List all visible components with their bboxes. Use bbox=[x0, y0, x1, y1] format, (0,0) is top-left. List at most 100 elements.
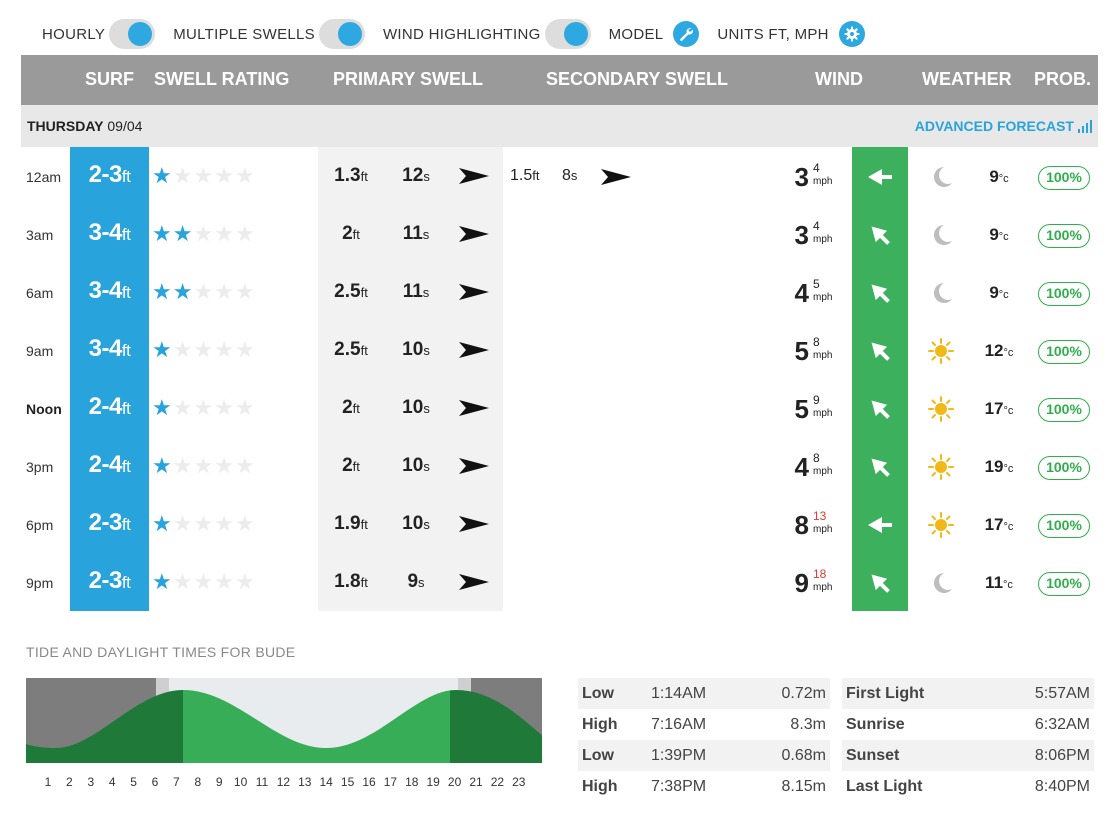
rating-star-icon: ★ bbox=[172, 569, 194, 594]
row-time: 6pm bbox=[26, 517, 54, 533]
wind-direction-icon bbox=[865, 164, 895, 195]
tide-hour-label: 2 bbox=[66, 775, 73, 789]
primary-swell-direction-icon bbox=[459, 340, 489, 365]
wrench-icon[interactable] bbox=[673, 21, 700, 47]
hourly-toggle[interactable]: HOURLY bbox=[42, 19, 156, 49]
rating-star-icon: ★ bbox=[234, 279, 256, 304]
primary-swell-height: 1.3ft bbox=[334, 165, 368, 186]
rating-star-icon: ★ bbox=[152, 395, 173, 420]
tide-hour-label: 20 bbox=[447, 775, 462, 789]
multiple-swells-switch[interactable] bbox=[318, 19, 365, 49]
tide-hour-label: 16 bbox=[362, 775, 376, 789]
probability-badge: 100% bbox=[1038, 456, 1090, 480]
rating-star-icon: ★ bbox=[193, 395, 215, 420]
wind-speed: 4 bbox=[794, 278, 809, 308]
probability-badge: 100% bbox=[1038, 514, 1090, 538]
rating-star-icon: ★ bbox=[193, 453, 215, 478]
gear-icon[interactable] bbox=[838, 21, 865, 47]
probability-badge: 100% bbox=[1038, 282, 1090, 306]
header-weather: WEATHER bbox=[922, 69, 1012, 89]
tide-time: 1:14AM bbox=[650, 684, 707, 702]
wind-direction-icon bbox=[865, 396, 895, 427]
temperature: 17°c bbox=[984, 515, 1014, 534]
forecast-row: 6pm 2-3ft ★★★★★ 1.9ft 10s 8 13 mph 17°c 100% bbox=[21, 495, 1098, 553]
tide-row: Low 1:14AM 0.72m bbox=[578, 678, 830, 709]
toggle-bar: HOURLY MULTIPLE SWELLS WIND HIGHLIGHTING… bbox=[42, 18, 883, 50]
tide-hour-label: 1 bbox=[44, 775, 52, 789]
advanced-forecast-label: ADVANCED FORECAST bbox=[914, 118, 1074, 134]
tide-row: High 7:16AM 8.3m bbox=[578, 709, 830, 740]
wind-direction-icon bbox=[865, 222, 895, 253]
sun-icon bbox=[926, 395, 956, 428]
tide-hour-label: 13 bbox=[298, 775, 312, 789]
multiple-swells-toggle[interactable]: MULTIPLE SWELLS bbox=[173, 19, 365, 49]
swell-rating-stars: ★★★★★ bbox=[152, 395, 256, 421]
wind-gust: 13 mph bbox=[813, 509, 833, 535]
wind-direction-icon bbox=[865, 280, 895, 311]
tide-row: High 7:38PM 8.15m bbox=[578, 771, 830, 802]
probability-badge: 100% bbox=[1038, 166, 1090, 190]
hourly-label: HOURLY bbox=[42, 25, 106, 43]
primary-swell-direction-icon bbox=[459, 282, 489, 307]
tide-hour-label: 19 bbox=[426, 775, 440, 789]
primary-swell-period: 12s bbox=[402, 165, 430, 186]
row-time: 3am bbox=[26, 227, 54, 243]
rating-star-icon: ★ bbox=[214, 221, 235, 246]
tide-hour-label: 18 bbox=[405, 775, 419, 789]
forecast-row: 9am 3-4ft ★★★★★ 2.5ft 10s 5 8 mph 12°c 100% bbox=[21, 321, 1098, 379]
row-time: 12am bbox=[26, 169, 62, 185]
units-button[interactable]: UNITS FT, MPH bbox=[717, 21, 865, 47]
moon-icon bbox=[926, 569, 956, 602]
row-time: 3pm bbox=[26, 459, 54, 475]
primary-swell-height: 1.8ft bbox=[334, 571, 368, 592]
rating-star-icon: ★ bbox=[172, 337, 194, 362]
wind-direction-icon bbox=[865, 454, 895, 485]
hourly-switch[interactable] bbox=[109, 19, 156, 49]
tide-chart bbox=[26, 678, 542, 763]
moon-icon bbox=[926, 163, 956, 196]
advanced-forecast-link[interactable]: ADVANCED FORECAST bbox=[915, 118, 1092, 134]
rating-star-icon: ★ bbox=[193, 569, 215, 594]
surf-height: 2-3ft bbox=[88, 567, 131, 594]
model-button[interactable]: MODEL bbox=[609, 21, 700, 47]
tide-hour-label: 4 bbox=[108, 775, 116, 789]
wind-gust: 4 mph bbox=[813, 161, 833, 187]
wind-gust: 8 mph bbox=[813, 451, 833, 477]
moon-icon bbox=[926, 221, 956, 254]
row-time: 6am bbox=[26, 285, 54, 301]
tide-time: 7:38PM bbox=[650, 777, 707, 795]
primary-swell-period: 10s bbox=[402, 339, 430, 360]
surf-height: 2-3ft bbox=[88, 161, 131, 188]
header-wind: WIND bbox=[815, 69, 863, 89]
row-time: 9pm bbox=[26, 575, 54, 591]
tide-hour-label: 12 bbox=[276, 775, 291, 789]
rating-star-icon: ★ bbox=[172, 395, 194, 420]
multiple-swells-label: MULTIPLE SWELLS bbox=[173, 25, 315, 43]
rating-star-icon: ★ bbox=[172, 163, 194, 188]
rating-star-icon: ★ bbox=[214, 279, 235, 304]
daylight-times-table: First Light 5:57AM Sunrise 6:32AM Sunset 8:06… bbox=[842, 678, 1094, 802]
surf-height: 2-3ft bbox=[88, 509, 131, 536]
tide-row: Low 1:39PM 0.68m bbox=[578, 740, 830, 771]
daylight-time: 5:57AM bbox=[1034, 684, 1090, 702]
rating-star-icon: ★ bbox=[234, 395, 256, 420]
primary-swell-height: 2.5ft bbox=[334, 339, 368, 360]
day-row: THURSDAY 09/04 ADVANCED FORECAST bbox=[21, 105, 1098, 147]
daylight-time: 6:32AM bbox=[1034, 715, 1090, 733]
wind-highlighting-switch[interactable] bbox=[544, 19, 591, 49]
tide-times-table: Low 1:14AM 0.72m High 7:16AM 8.3m Low 1:39PM 0.6… bbox=[578, 678, 830, 802]
primary-swell-height: 2ft bbox=[342, 397, 360, 418]
sun-icon bbox=[926, 453, 956, 486]
tide-hour-label: 15 bbox=[340, 775, 355, 789]
primary-swell-period: 11s bbox=[402, 281, 430, 302]
swell-rating-stars: ★★★★★ bbox=[152, 569, 256, 595]
primary-swell-period: 9s bbox=[407, 571, 425, 592]
swell-rating-stars: ★★★★★ bbox=[152, 279, 256, 305]
forecast-row: 3am 3-4ft ★★★★★ 2ft 11s 3 4 mph 9°c 100% bbox=[21, 205, 1098, 263]
wind-highlighting-toggle[interactable]: WIND HIGHLIGHTING bbox=[383, 19, 591, 49]
primary-swell-height: 2ft bbox=[342, 223, 360, 244]
table-header: SURF SWELL RATING PRIMARY SWELL SECONDAR… bbox=[21, 55, 1098, 105]
rating-star-icon: ★ bbox=[152, 279, 173, 304]
wind-direction-icon bbox=[865, 570, 895, 601]
rating-star-icon: ★ bbox=[234, 453, 256, 478]
